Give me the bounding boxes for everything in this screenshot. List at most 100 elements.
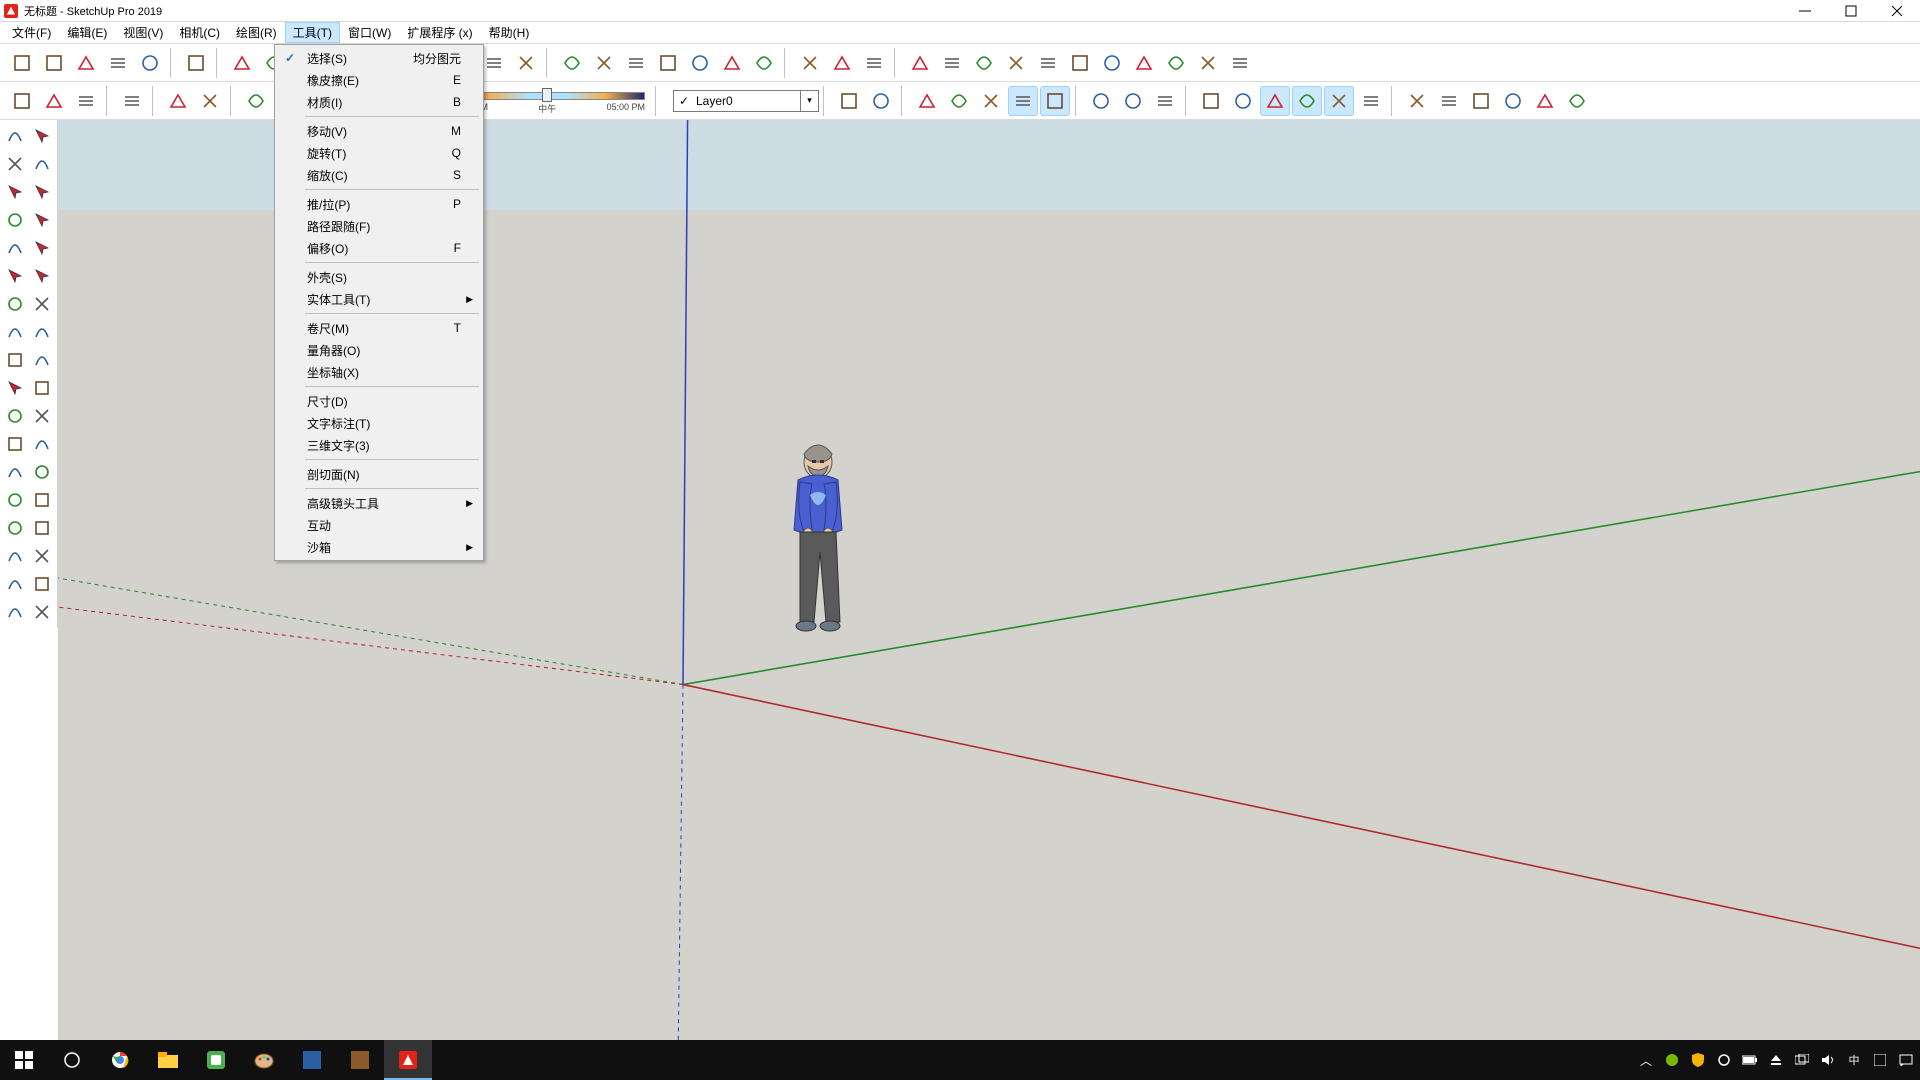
view-extra-2[interactable] bbox=[1033, 48, 1063, 78]
dropdown-arrow-icon[interactable]: ▾ bbox=[800, 91, 818, 111]
view-extra-5[interactable] bbox=[1129, 48, 1159, 78]
minimize-button[interactable] bbox=[1782, 0, 1828, 22]
tool-polygon[interactable] bbox=[30, 235, 55, 261]
taskbar-chrome[interactable] bbox=[96, 1040, 144, 1080]
axes-toggle[interactable] bbox=[905, 48, 935, 78]
edge-style-7[interactable] bbox=[749, 48, 779, 78]
menu-6[interactable]: 窗口(W) bbox=[340, 22, 399, 43]
tool-arc2[interactable] bbox=[30, 263, 55, 289]
face-style5[interactable] bbox=[1324, 86, 1354, 116]
menu-8[interactable]: 帮助(H) bbox=[481, 22, 538, 43]
close-button[interactable] bbox=[1874, 0, 1920, 22]
tool-eraser[interactable] bbox=[30, 151, 55, 177]
view-extra-3[interactable] bbox=[1065, 48, 1095, 78]
taskbar-sketchup[interactable] bbox=[384, 1040, 432, 1080]
solid2[interactable] bbox=[866, 86, 896, 116]
tool-freehand[interactable] bbox=[30, 179, 55, 205]
taskbar-paint[interactable] bbox=[240, 1040, 288, 1080]
tool-rectangle[interactable] bbox=[3, 207, 28, 233]
tool-zoom[interactable] bbox=[3, 515, 28, 541]
tool-pie[interactable] bbox=[30, 291, 55, 317]
view-extra-8[interactable] bbox=[1225, 48, 1255, 78]
guides[interactable] bbox=[937, 48, 967, 78]
tool-position-camera[interactable] bbox=[3, 571, 28, 597]
erase[interactable] bbox=[181, 48, 211, 78]
menu-item-19[interactable]: 尺寸(D) bbox=[277, 390, 481, 412]
face-style2[interactable] bbox=[1228, 86, 1258, 116]
menu-0[interactable]: 文件(F) bbox=[4, 22, 59, 43]
tray-notifications-icon[interactable] bbox=[1898, 1052, 1914, 1068]
edge-style-5[interactable] bbox=[685, 48, 715, 78]
tool-pushpull[interactable] bbox=[3, 375, 28, 401]
tool-arc[interactable] bbox=[3, 263, 28, 289]
face-style4[interactable] bbox=[1292, 86, 1322, 116]
tool-rotated-rect[interactable] bbox=[30, 207, 55, 233]
tool-offset[interactable] bbox=[30, 347, 55, 373]
menu-item-27[interactable]: 沙箱▶ bbox=[277, 536, 481, 558]
sandbox3[interactable] bbox=[1466, 86, 1496, 116]
3d-warehouse[interactable] bbox=[241, 86, 271, 116]
start-button[interactable] bbox=[0, 1040, 48, 1080]
tool-orbit[interactable] bbox=[3, 487, 28, 513]
view-extra-1[interactable] bbox=[1001, 48, 1031, 78]
menu-item-0[interactable]: ✓选择(S)均分图元 bbox=[277, 47, 481, 69]
save[interactable] bbox=[71, 86, 101, 116]
taskbar-camtasia[interactable] bbox=[192, 1040, 240, 1080]
redo[interactable] bbox=[39, 48, 69, 78]
view-extra-7[interactable] bbox=[1193, 48, 1223, 78]
taskbar-cortana[interactable] bbox=[48, 1040, 96, 1080]
menu-item-20[interactable]: 文字标注(T) bbox=[277, 412, 481, 434]
tool-rotate[interactable] bbox=[30, 319, 55, 345]
front[interactable] bbox=[1118, 86, 1148, 116]
sandbox4[interactable] bbox=[1498, 86, 1528, 116]
solid5[interactable] bbox=[976, 86, 1006, 116]
tool-walk[interactable] bbox=[3, 599, 28, 625]
tool-axes[interactable] bbox=[3, 459, 28, 485]
tool-tape[interactable] bbox=[3, 403, 28, 429]
tray-network-icon[interactable] bbox=[1794, 1052, 1810, 1068]
tray-shield-icon[interactable] bbox=[1690, 1052, 1706, 1068]
solid3[interactable] bbox=[912, 86, 942, 116]
tool-scale[interactable] bbox=[3, 347, 28, 373]
tool-section[interactable] bbox=[30, 459, 55, 485]
menu-4[interactable]: 绘图(R) bbox=[228, 22, 285, 43]
undo[interactable] bbox=[7, 48, 37, 78]
tool-select[interactable] bbox=[3, 123, 28, 149]
face-style1[interactable] bbox=[1196, 86, 1226, 116]
tool-circle[interactable] bbox=[3, 235, 28, 261]
slider-handle[interactable] bbox=[542, 88, 552, 102]
menu-1[interactable]: 编辑(E) bbox=[59, 22, 115, 43]
tray-ime-icon[interactable]: 中 bbox=[1846, 1052, 1862, 1068]
new[interactable] bbox=[7, 86, 37, 116]
tray-up-icon[interactable]: ︿ bbox=[1638, 1052, 1654, 1068]
tool-look[interactable] bbox=[30, 571, 55, 597]
tool-move[interactable] bbox=[3, 319, 28, 345]
menu-item-23[interactable]: 剖切面(N) bbox=[277, 463, 481, 485]
menu-item-4[interactable]: 移动(V)M bbox=[277, 120, 481, 142]
view-extra-6[interactable] bbox=[1161, 48, 1191, 78]
back[interactable] bbox=[1150, 86, 1180, 116]
menu-item-12[interactable]: 外壳(S) bbox=[277, 266, 481, 288]
sandbox1[interactable] bbox=[1402, 86, 1432, 116]
view-extra-4[interactable] bbox=[1097, 48, 1127, 78]
menu-item-25[interactable]: 高级镜头工具▶ bbox=[277, 492, 481, 514]
maximize-button[interactable] bbox=[1828, 0, 1874, 22]
print[interactable] bbox=[117, 86, 147, 116]
copy[interactable] bbox=[103, 48, 133, 78]
edge-style-4[interactable] bbox=[653, 48, 683, 78]
menu-item-17[interactable]: 坐标轴(X) bbox=[277, 361, 481, 383]
menu-7[interactable]: 扩展程序 (x) bbox=[399, 22, 480, 43]
face-style6[interactable] bbox=[1356, 86, 1386, 116]
tray-nvidia-icon[interactable] bbox=[1664, 1052, 1680, 1068]
taskbar-explorer[interactable] bbox=[144, 1040, 192, 1080]
edge-style-3[interactable] bbox=[621, 48, 651, 78]
preferences[interactable] bbox=[195, 86, 225, 116]
tray-volume-icon[interactable] bbox=[1820, 1052, 1836, 1068]
menu-5[interactable]: 工具(T) bbox=[285, 22, 340, 43]
menu-item-2[interactable]: 材质(I)B bbox=[277, 91, 481, 113]
tool-section-view[interactable] bbox=[30, 599, 55, 625]
iso[interactable] bbox=[1086, 86, 1116, 116]
menu-item-9[interactable]: 路径跟随(F) bbox=[277, 215, 481, 237]
edge-style-6[interactable] bbox=[717, 48, 747, 78]
tray-eject-icon[interactable] bbox=[1768, 1052, 1784, 1068]
